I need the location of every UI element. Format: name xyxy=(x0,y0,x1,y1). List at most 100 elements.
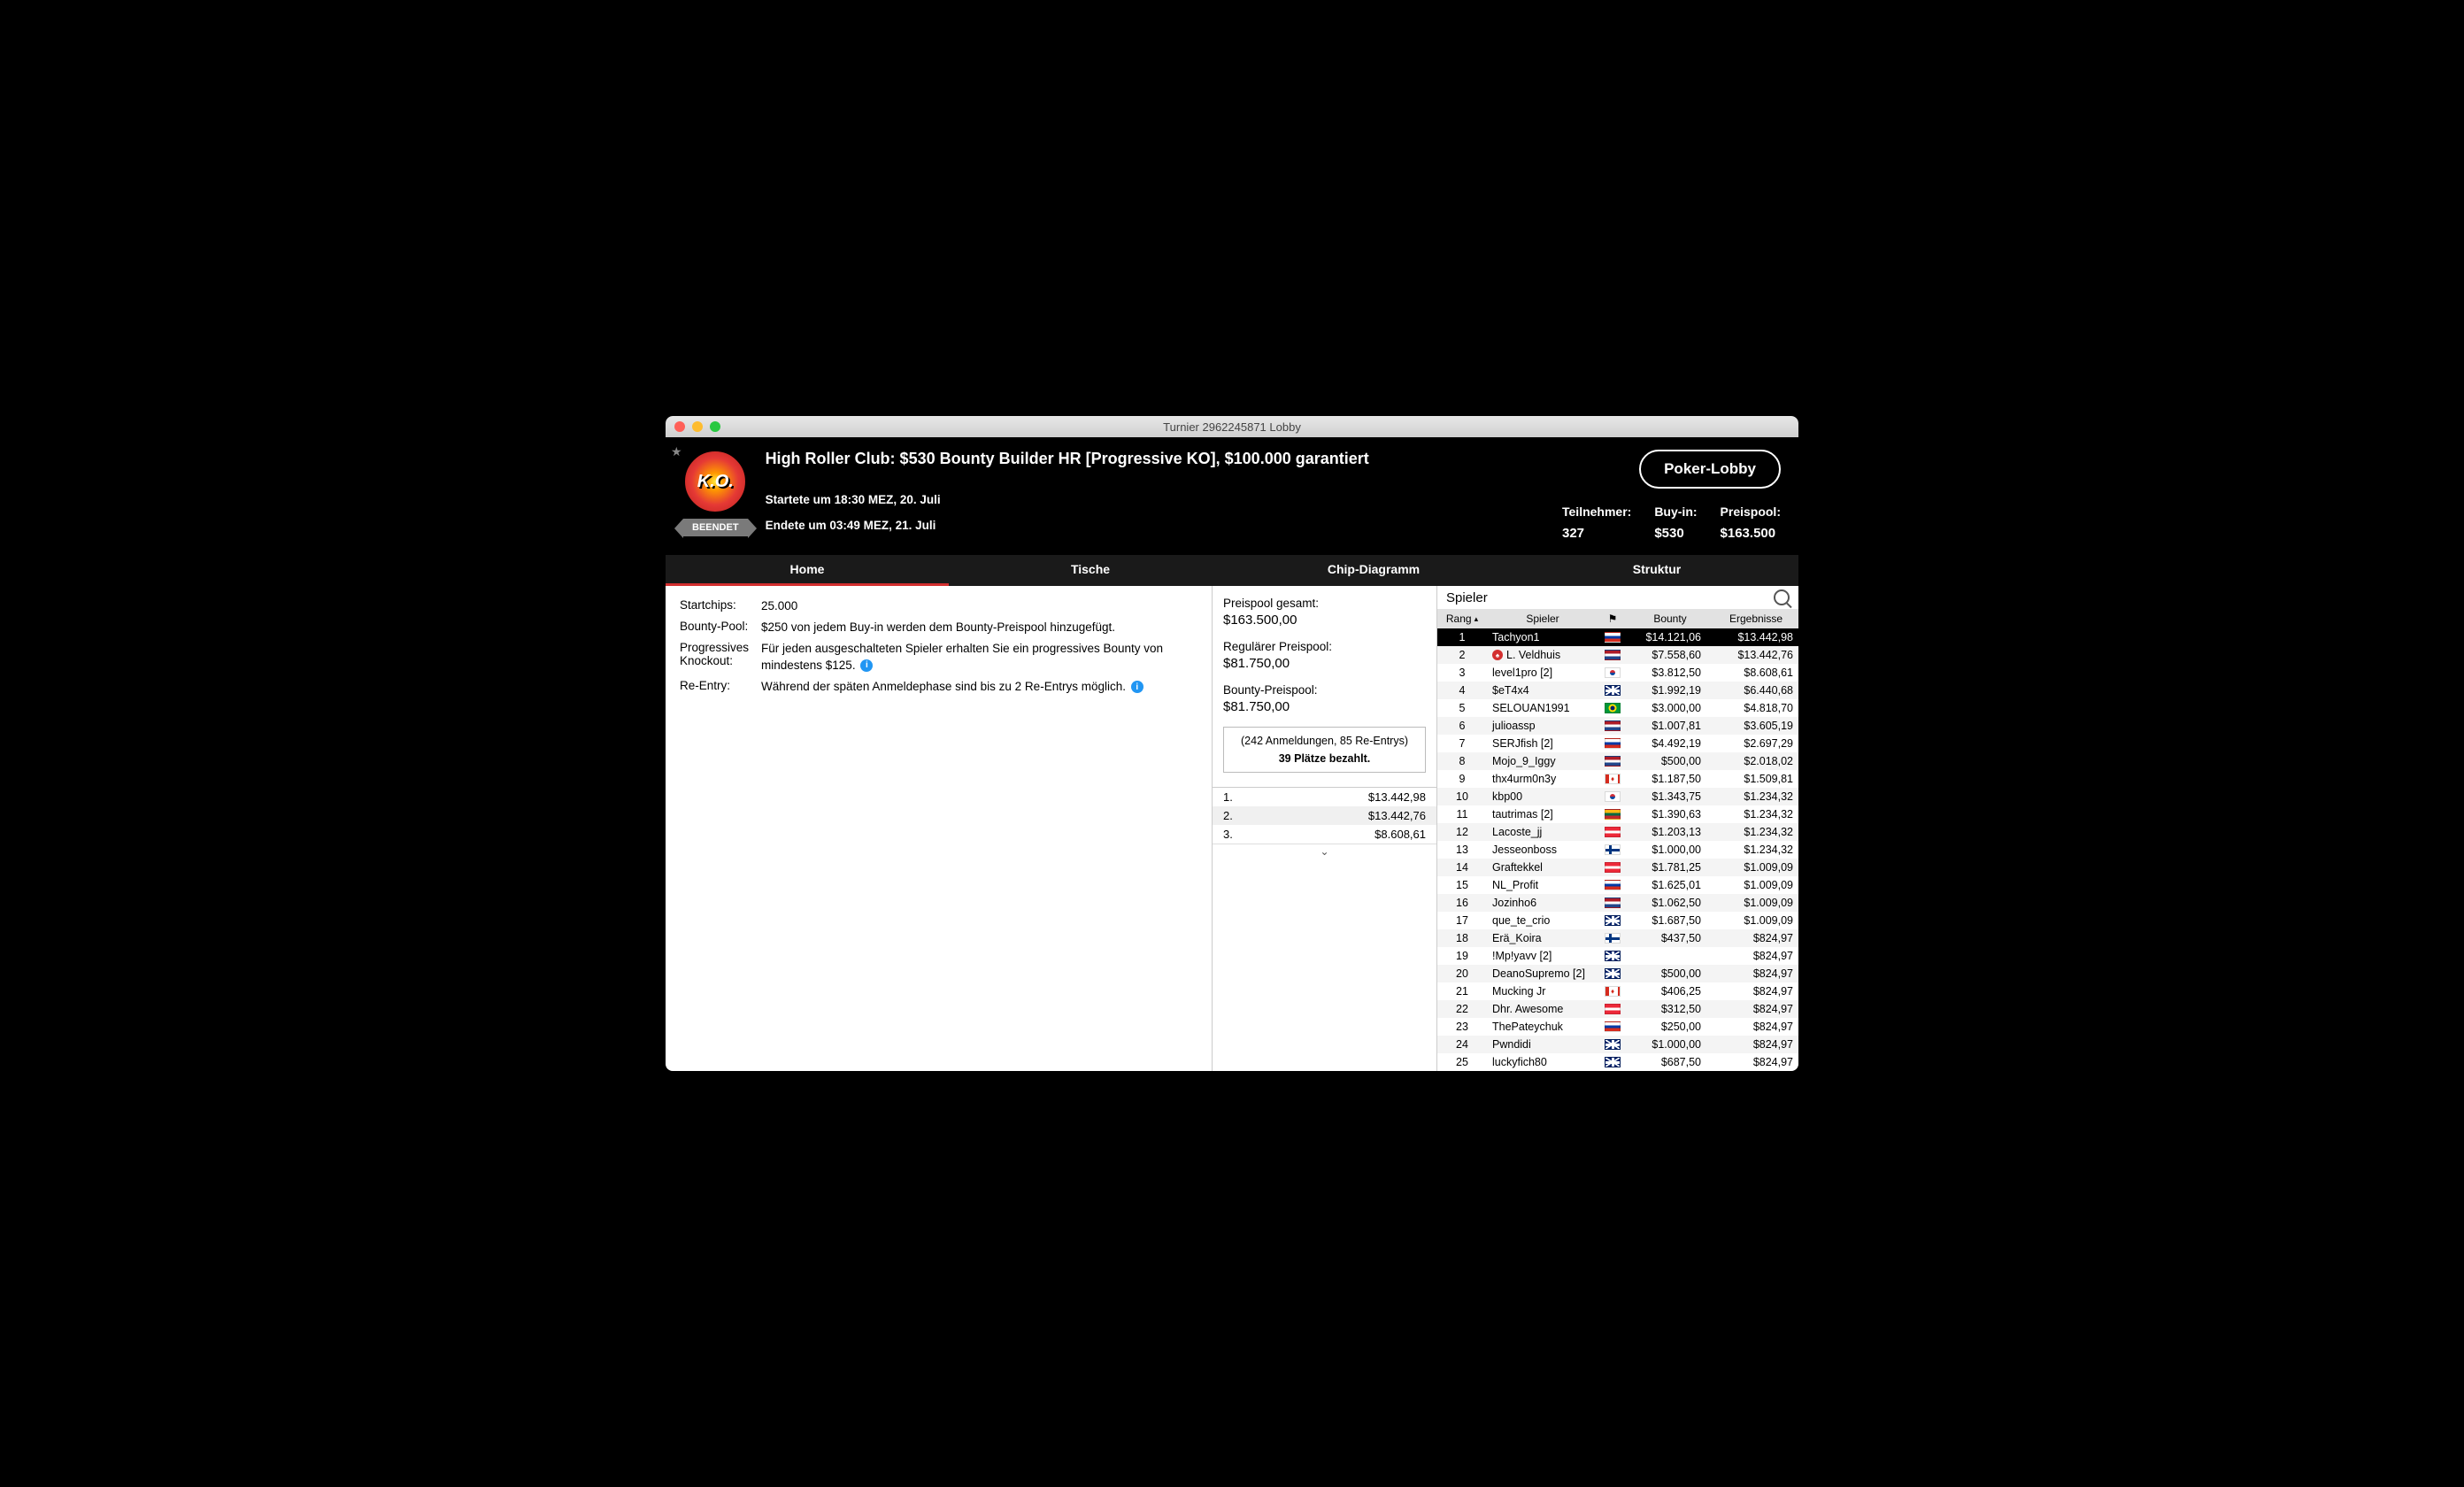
player-bounty: $500,00 xyxy=(1627,755,1713,767)
player-name: ♠L. Veldhuis xyxy=(1487,649,1598,661)
player-name: Jozinho6 xyxy=(1487,897,1598,909)
col-results[interactable]: Ergebnisse xyxy=(1713,613,1798,625)
player-row[interactable]: 9 thx4urm0n3y ♦ $1.187,50 $1.509,81 xyxy=(1437,770,1798,788)
player-rank: 25 xyxy=(1437,1056,1487,1068)
player-row[interactable]: 3 level1pro [2] $3.812,50 $8.608,61 xyxy=(1437,664,1798,682)
player-row[interactable]: 14 Graftekkel $1.781,25 $1.009,09 xyxy=(1437,859,1798,876)
tab-home[interactable]: Home xyxy=(666,555,949,586)
info-icon[interactable]: i xyxy=(860,659,873,672)
col-player[interactable]: Spieler xyxy=(1487,613,1598,625)
player-row[interactable]: 22 Dhr. Awesome $312,50 $824,97 xyxy=(1437,1000,1798,1018)
player-result: $1.009,09 xyxy=(1713,914,1798,927)
regular-pool-label: Regulärer Preispool: xyxy=(1223,640,1426,653)
status-badge: BEENDET xyxy=(683,519,748,536)
player-result: $824,97 xyxy=(1713,1038,1798,1051)
player-row[interactable]: 25 luckyfich80 $687,50 $824,97 xyxy=(1437,1053,1798,1071)
player-result: $1.234,32 xyxy=(1713,844,1798,856)
ko-logo-icon: K.O. xyxy=(683,450,747,513)
col-rank[interactable]: Rang▴ xyxy=(1437,613,1487,625)
player-row[interactable]: 6 julioassp $1.007,81 $3.605,19 xyxy=(1437,717,1798,735)
bountypool-label: Bounty-Pool: xyxy=(680,620,752,633)
player-flag xyxy=(1598,667,1627,678)
player-row[interactable]: 10 kbp00 $1.343,75 $1.234,32 xyxy=(1437,788,1798,805)
player-row[interactable]: 8 Mojo_9_Iggy $500,00 $2.018,02 xyxy=(1437,752,1798,770)
search-icon[interactable] xyxy=(1774,589,1790,605)
player-flag xyxy=(1598,880,1627,890)
payout-rank: 2. xyxy=(1223,809,1233,822)
buyin-label: Buy-in: xyxy=(1654,505,1697,519)
reentry-value: Während der späten Anmeldephase sind bis… xyxy=(761,679,1197,695)
player-row[interactable]: 18 Erä_Koira $437,50 $824,97 xyxy=(1437,929,1798,947)
minimize-icon[interactable] xyxy=(692,421,703,432)
payout-row[interactable]: 1.$13.442,98 xyxy=(1213,788,1436,806)
player-row[interactable]: 1 Tachyon1 $14.121,06 $13.442,98 xyxy=(1437,628,1798,646)
close-icon[interactable] xyxy=(674,421,685,432)
tab-tables[interactable]: Tische xyxy=(949,555,1232,586)
col-flag[interactable]: ⚑ xyxy=(1598,613,1627,625)
col-bounty[interactable]: Bounty xyxy=(1627,613,1713,625)
player-flag xyxy=(1598,951,1627,961)
player-bounty: $1.687,50 xyxy=(1627,914,1713,927)
player-flag xyxy=(1598,968,1627,979)
player-bounty: $3.812,50 xyxy=(1627,666,1713,679)
player-bounty: $312,50 xyxy=(1627,1003,1713,1015)
player-flag xyxy=(1598,1057,1627,1067)
titlebar: Turnier 2962245871 Lobby xyxy=(666,416,1798,437)
regular-pool-value: $81.750,00 xyxy=(1223,656,1426,671)
player-result: $1.009,09 xyxy=(1713,879,1798,891)
poker-lobby-button[interactable]: Poker-Lobby xyxy=(1639,450,1781,489)
prizepool-value: $163.500 xyxy=(1721,526,1781,541)
player-row[interactable]: 2 ♠L. Veldhuis $7.558,60 $13.442,76 xyxy=(1437,646,1798,664)
players-rows[interactable]: 1 Tachyon1 $14.121,06 $13.442,98 2 ♠L. V… xyxy=(1437,628,1798,1071)
header-main: High Roller Club: $530 Bounty Builder HR… xyxy=(766,450,1544,544)
tab-chip-diagram[interactable]: Chip-Diagramm xyxy=(1232,555,1515,586)
player-row[interactable]: 5 SELOUAN1991 $3.000,00 $4.818,70 xyxy=(1437,699,1798,717)
player-name: Graftekkel xyxy=(1487,861,1598,874)
flag-icon xyxy=(1605,933,1621,944)
flag-icon xyxy=(1605,915,1621,926)
player-bounty: $406,25 xyxy=(1627,985,1713,998)
bounty-pool-value: $81.750,00 xyxy=(1223,699,1426,714)
player-result: $2.018,02 xyxy=(1713,755,1798,767)
payout-row[interactable]: 3.$8.608,61 xyxy=(1213,825,1436,844)
player-row[interactable]: 23 ThePateychuk $250,00 $824,97 xyxy=(1437,1018,1798,1036)
player-result: $824,97 xyxy=(1713,967,1798,980)
player-row[interactable]: 15 NL_Profit $1.625,01 $1.009,09 xyxy=(1437,876,1798,894)
player-name: luckyfich80 xyxy=(1487,1056,1598,1068)
maximize-icon[interactable] xyxy=(710,421,720,432)
player-row[interactable]: 7 SERJfish [2] $4.492,19 $2.697,29 xyxy=(1437,735,1798,752)
tournament-lobby-window: Turnier 2962245871 Lobby ★ K.O. BEENDET … xyxy=(666,416,1798,1071)
player-row[interactable]: 12 Lacoste_jj $1.203,13 $1.234,32 xyxy=(1437,823,1798,841)
player-result: $4.818,70 xyxy=(1713,702,1798,714)
payout-list: 1.$13.442,982.$13.442,763.$8.608,61 xyxy=(1213,787,1436,844)
player-rank: 13 xyxy=(1437,844,1487,856)
player-row[interactable]: 13 Jesseonboss $1.000,00 $1.234,32 xyxy=(1437,841,1798,859)
player-name: Dhr. Awesome xyxy=(1487,1003,1598,1015)
info-icon[interactable]: i xyxy=(1131,681,1143,693)
player-rank: 12 xyxy=(1437,826,1487,838)
payout-rank: 1. xyxy=(1223,790,1233,804)
player-row[interactable]: 19 !Mp!yavv [2] $824,97 xyxy=(1437,947,1798,965)
expand-payouts-button[interactable]: ⌄ xyxy=(1213,844,1436,859)
flag-icon xyxy=(1605,756,1621,767)
places-paid-text: 39 Plätze bezahlt. xyxy=(1228,752,1421,765)
player-flag xyxy=(1598,685,1627,696)
flag-icon xyxy=(1605,1004,1621,1014)
player-row[interactable]: 4 $eT4x4 $1.992,19 $6.440,68 xyxy=(1437,682,1798,699)
favorite-star-icon[interactable]: ★ xyxy=(671,444,682,459)
player-bounty: $14.121,06 xyxy=(1627,631,1713,643)
player-row[interactable]: 21 Mucking Jr ♦ $406,25 $824,97 xyxy=(1437,982,1798,1000)
player-flag xyxy=(1598,632,1627,643)
player-row[interactable]: 16 Jozinho6 $1.062,50 $1.009,09 xyxy=(1437,894,1798,912)
player-row[interactable]: 11 tautrimas [2] $1.390,63 $1.234,32 xyxy=(1437,805,1798,823)
participants-value: 327 xyxy=(1562,526,1631,541)
flag-icon xyxy=(1605,844,1621,855)
flag-icon xyxy=(1605,880,1621,890)
payout-row[interactable]: 2.$13.442,76 xyxy=(1213,806,1436,825)
tab-structure[interactable]: Struktur xyxy=(1515,555,1798,586)
player-rank: 17 xyxy=(1437,914,1487,927)
player-row[interactable]: 24 Pwndidi $1.000,00 $824,97 xyxy=(1437,1036,1798,1053)
player-row[interactable]: 17 que_te_crio $1.687,50 $1.009,09 xyxy=(1437,912,1798,929)
player-row[interactable]: 20 DeanoSupremo [2] $500,00 $824,97 xyxy=(1437,965,1798,982)
header: ★ K.O. BEENDET High Roller Club: $530 Bo… xyxy=(666,437,1798,555)
